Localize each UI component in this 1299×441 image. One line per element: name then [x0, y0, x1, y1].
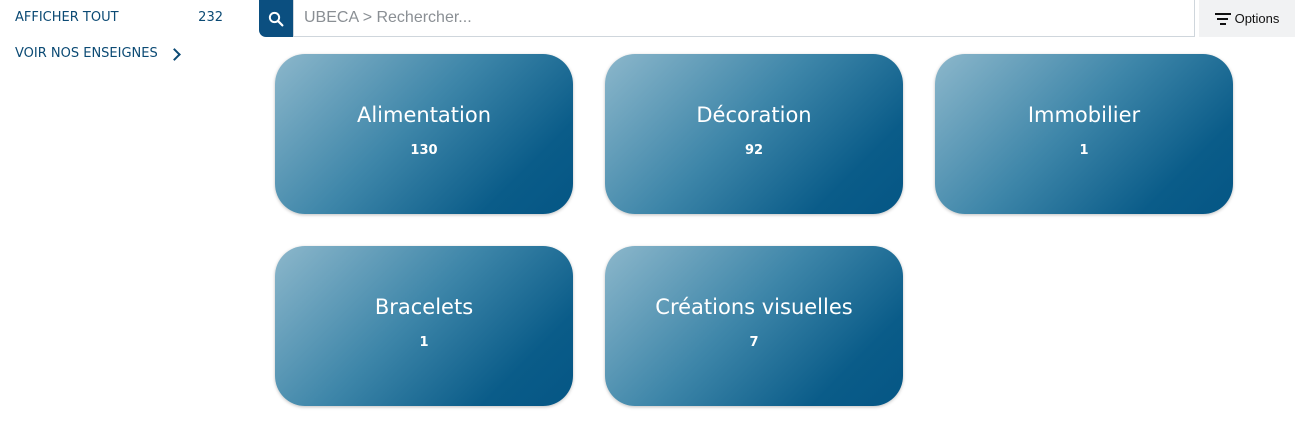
category-count: 1	[1079, 143, 1089, 158]
category-title: Décoration	[696, 103, 812, 127]
category-card-alimentation[interactable]: Alimentation 130	[275, 54, 573, 214]
show-all-label: AFFICHER TOUT	[15, 10, 119, 25]
view-brands-link[interactable]: VOIR NOS ENSEIGNES	[15, 46, 181, 61]
options-label: Options	[1234, 11, 1280, 26]
category-title: Créations visuelles	[655, 295, 853, 319]
category-title: Immobilier	[1027, 103, 1141, 127]
category-card-decoration[interactable]: Décoration 92	[605, 54, 903, 214]
category-count: 7	[749, 335, 759, 350]
search-icon	[268, 11, 284, 26]
category-title: Bracelets	[374, 295, 474, 319]
show-all-count: 232	[198, 10, 223, 25]
chevron-right-icon	[167, 47, 181, 61]
category-count: 92	[744, 143, 764, 158]
view-brands-label: VOIR NOS ENSEIGNES	[15, 46, 158, 61]
category-card-creations-visuelles[interactable]: Créations visuelles 7	[605, 246, 903, 406]
category-count: 1	[419, 335, 429, 350]
category-count: 130	[410, 143, 438, 158]
category-card-bracelets[interactable]: Bracelets 1	[275, 246, 573, 406]
category-title: Alimentation	[356, 103, 492, 127]
search-input[interactable]	[293, 0, 1195, 37]
options-button[interactable]: Options	[1199, 0, 1295, 37]
search-button[interactable]	[259, 0, 293, 37]
show-all-link[interactable]: AFFICHER TOUT 232	[15, 10, 223, 25]
category-card-immobilier[interactable]: Immobilier 1	[935, 54, 1233, 214]
search-bar	[259, 0, 1195, 37]
filter-icon	[1214, 11, 1231, 26]
